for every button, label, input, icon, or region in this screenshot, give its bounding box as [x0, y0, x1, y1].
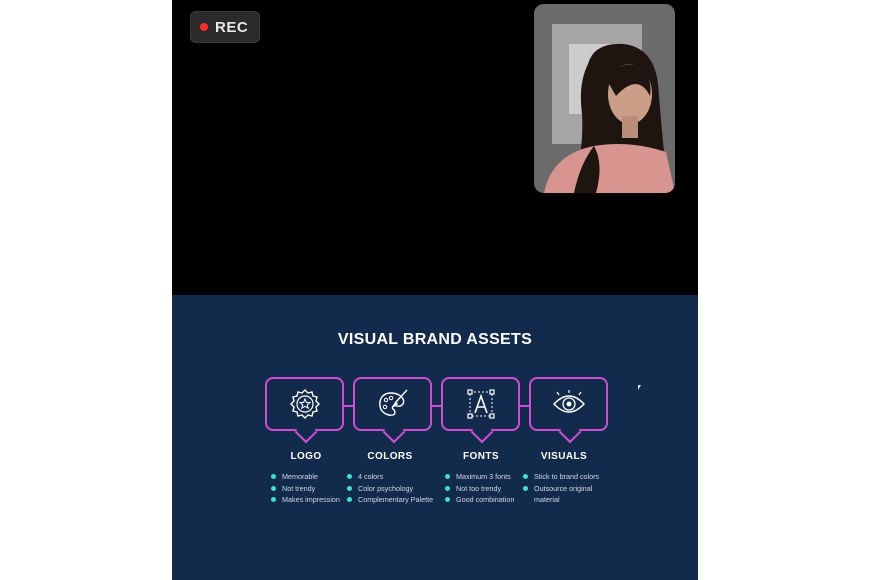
card-fonts: [441, 377, 520, 444]
webcam-thumbnail[interactable]: [534, 4, 675, 193]
font-letter-a-icon: [466, 389, 495, 419]
card-visuals: [529, 377, 608, 444]
card-logo: [265, 377, 344, 444]
card-colors: [353, 377, 432, 444]
video-area: REC: [172, 0, 698, 295]
bullet-list-visuals: Stick to brand colors Outsource original…: [523, 471, 613, 506]
asset-row: [264, 377, 614, 447]
eye-icon: [552, 390, 585, 413]
column-title-fonts: FONTS: [463, 451, 499, 462]
badge-star-icon: [289, 389, 320, 419]
recording-label: REC: [215, 18, 249, 36]
list-item: 4 colors: [347, 471, 447, 483]
column-title-colors: COLORS: [367, 451, 413, 462]
meeting-stage: REC VISUAL BRAND ASSETS LOGO COLORS FONT…: [172, 0, 698, 580]
palette-brush-icon: [378, 389, 408, 416]
list-item: Complementary Palette: [347, 494, 447, 506]
column-title-visuals: VISUALS: [540, 451, 588, 462]
record-dot-icon: [200, 23, 208, 31]
presentation-slide: VISUAL BRAND ASSETS LOGO COLORS FONTS VI…: [172, 295, 698, 580]
list-item: Stick to brand colors: [523, 471, 613, 483]
mouse-cursor-icon: [638, 385, 641, 390]
recording-indicator[interactable]: REC: [190, 11, 261, 43]
list-item: Color psychology: [347, 483, 447, 495]
bullet-list-colors: 4 colors Color psychology Complementary …: [347, 471, 447, 506]
slide-title: VISUAL BRAND ASSETS: [337, 331, 533, 348]
list-item: Outsource original material: [523, 483, 613, 506]
column-title-logo: LOGO: [290, 451, 322, 462]
presenter-video: [534, 4, 675, 193]
